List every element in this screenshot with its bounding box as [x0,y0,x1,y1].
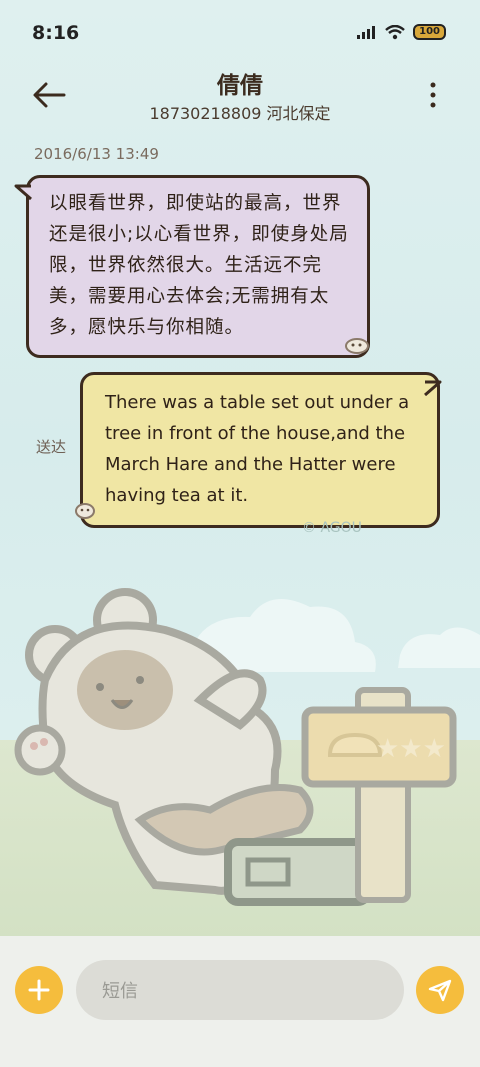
incoming-message-text: 以眼看世界，即使站的最高，世界还是很小;以心看世界，即使身处局限，世界依然很大。… [49,193,349,338]
battery-indicator: 100 [413,24,446,40]
status-bar: 8:16 100 [0,0,480,66]
outgoing-message-bubble[interactable]: There was a table set out under a tree i… [80,372,440,528]
paper-plane-icon [428,979,452,1002]
plus-icon [28,979,50,1001]
more-vertical-icon [430,82,436,108]
message-timestamp: 2016/6/13 13:49 [34,145,159,163]
outgoing-bubble-tail [424,380,442,396]
bear-illustration: ★★★ [14,588,480,906]
bear-sticker-icon [345,338,369,354]
watermark-text: © AGOU [302,520,362,536]
composer-bar [0,936,480,1067]
contact-name: 倩倩 [217,73,263,99]
signal-icon [357,26,376,39]
message-input[interactable] [100,960,384,1022]
bear-sticker-small-icon [75,503,95,519]
message-input-container[interactable] [76,960,404,1022]
contact-number-location: 18730218809 河北保定 [149,104,331,123]
outgoing-message-text: There was a table set out under a tree i… [105,392,410,506]
add-attachment-button[interactable] [15,966,63,1014]
more-options-button[interactable] [428,80,438,110]
system-icons: 100 [357,24,446,40]
svg-text:★★★: ★★★ [376,734,446,764]
send-button[interactable] [416,966,464,1014]
incoming-message-bubble[interactable]: 以眼看世界，即使站的最高，世界还是很小;以心看世界，即使身处局限，世界依然很大。… [26,175,370,358]
status-time: 8:16 [32,22,80,44]
delivered-status: 送达 [36,438,67,456]
conversation-header: 倩倩 18730218809 河北保定 [0,62,480,132]
wifi-icon [385,24,405,39]
incoming-bubble-tail [14,184,32,200]
